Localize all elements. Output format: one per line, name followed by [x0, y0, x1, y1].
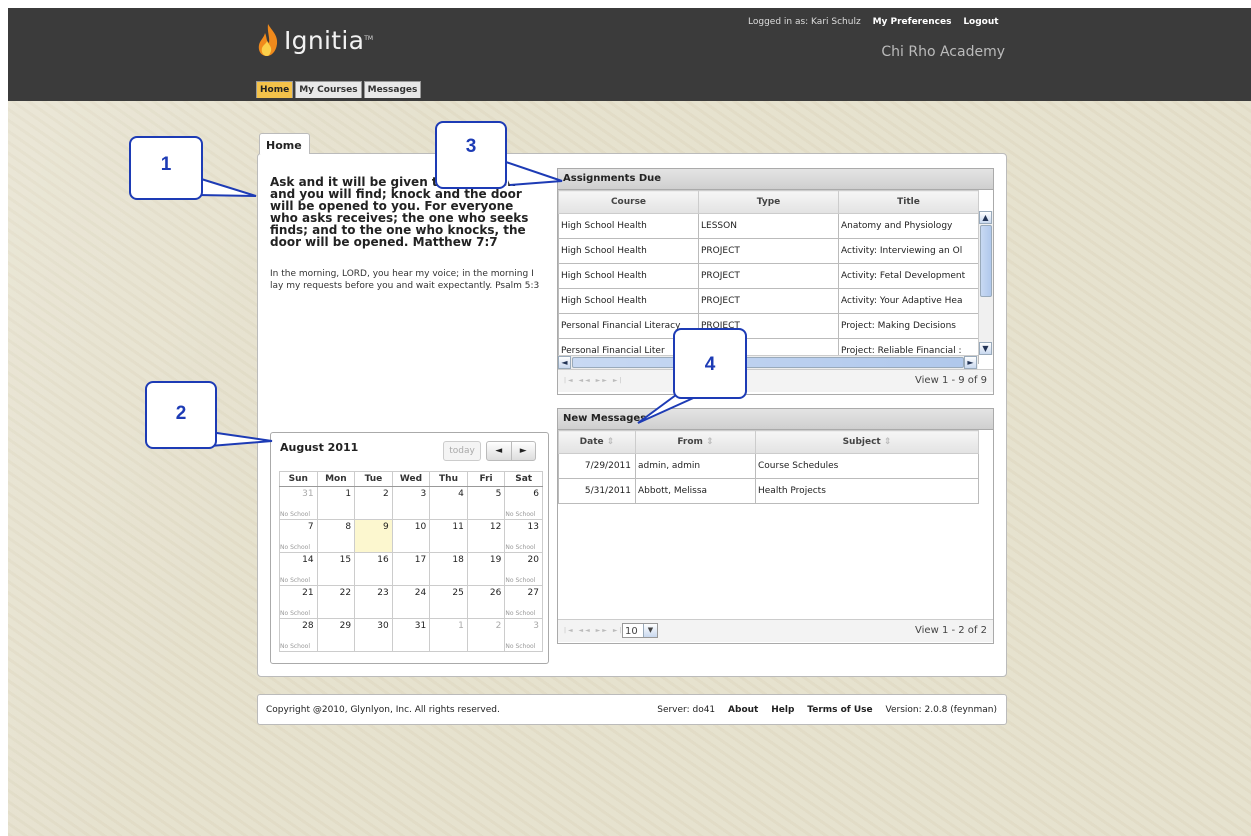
callout-1: 1: [129, 136, 203, 200]
callout-3: 3: [435, 121, 507, 189]
callout-2: 2: [145, 381, 217, 449]
callout-4: 4: [673, 328, 747, 399]
home-page-tab[interactable]: Home: [259, 133, 310, 154]
